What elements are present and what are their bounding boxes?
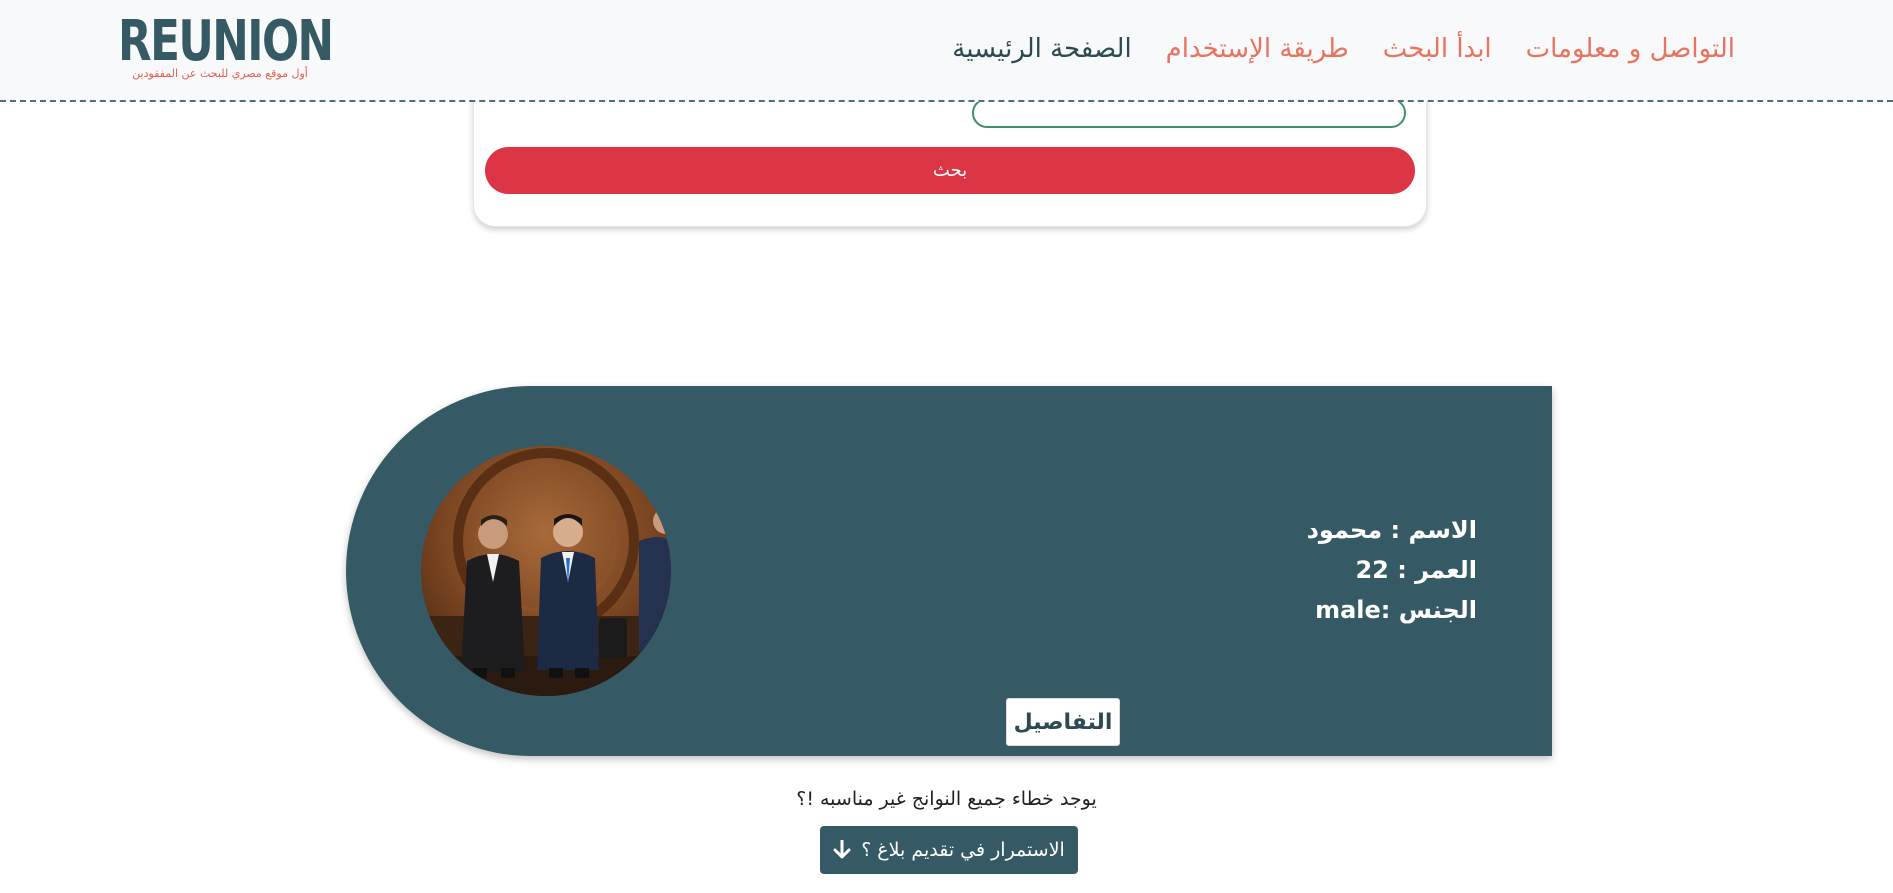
person-age: العمر : 22 bbox=[1355, 556, 1477, 584]
person-gender: الجنس :male bbox=[1315, 596, 1477, 624]
arrow-down-icon bbox=[833, 839, 851, 860]
person-photo bbox=[421, 446, 671, 696]
error-report-prompt: يوجد خطاء جميع النوانج غير مناسبه !؟ bbox=[796, 788, 1097, 810]
navbar: REUNION أول موقع مصري للبحث عن المفقودين… bbox=[0, 0, 1893, 102]
person-info: الاسم : محمود العمر : 22 الجنس :male bbox=[1307, 510, 1477, 630]
search-field[interactable] bbox=[972, 98, 1406, 128]
result-card: الاسم : محمود العمر : 22 الجنس :male الت… bbox=[346, 386, 1552, 756]
person-name: الاسم : محمود bbox=[1306, 516, 1477, 544]
main-nav: الصفحة الرئيسية طريقة الإستخدام ابدأ الب… bbox=[952, 34, 1735, 64]
nav-item-start-search[interactable]: ابدأ البحث bbox=[1383, 34, 1492, 64]
brand-tagline: أول موقع مصري للبحث عن المفقودين bbox=[132, 67, 308, 80]
nav-item-how-to-use[interactable]: طريقة الإستخدام bbox=[1166, 34, 1349, 64]
nav-item-home[interactable]: الصفحة الرئيسية bbox=[952, 34, 1131, 64]
brand-name: REUNION bbox=[118, 9, 334, 74]
nav-item-contact-info[interactable]: التواصل و معلومات bbox=[1526, 34, 1735, 64]
search-button[interactable]: بحث bbox=[485, 147, 1415, 194]
person-photo-image bbox=[421, 446, 671, 696]
brand-logo[interactable]: REUNION أول موقع مصري للبحث عن المفقودين bbox=[118, 9, 334, 84]
continue-report-label: الاستمرار في تقديم بلاغ ؟ bbox=[861, 839, 1065, 861]
continue-report-button[interactable]: الاستمرار في تقديم بلاغ ؟ bbox=[820, 826, 1078, 874]
details-button[interactable]: التفاصيل bbox=[1006, 698, 1120, 746]
